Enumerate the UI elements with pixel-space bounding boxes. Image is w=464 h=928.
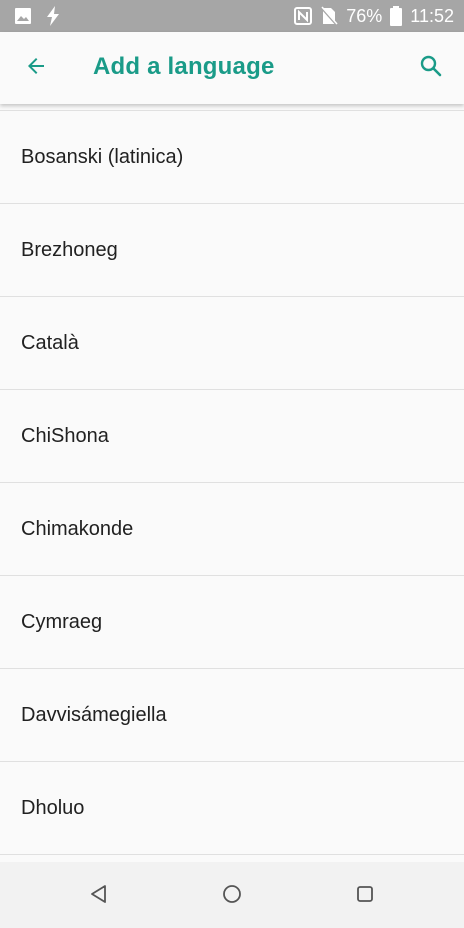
- language-label: Català: [21, 331, 79, 354]
- language-item[interactable]: Cymraeg: [0, 576, 464, 669]
- battery-icon: [390, 6, 403, 26]
- language-item[interactable]: Català: [0, 297, 464, 390]
- back-triangle-icon: [89, 884, 109, 909]
- status-left: [14, 6, 294, 26]
- language-item[interactable]: Bosanski (latinica): [0, 111, 464, 204]
- back-button[interactable]: [18, 50, 54, 86]
- search-button[interactable]: [413, 50, 449, 86]
- language-label: Brezhoneg: [21, 238, 118, 261]
- language-list: Bosanski (latinica) Brezhoneg Català Chi…: [0, 110, 464, 855]
- system-nav-bar: [0, 862, 464, 928]
- status-right: 76% 11:52: [294, 6, 454, 27]
- language-label: ChiShona: [21, 424, 109, 447]
- language-label: Dholuo: [21, 796, 85, 819]
- battery-percent: 76%: [346, 5, 383, 26]
- language-label: Bosanski (latinica): [21, 145, 184, 168]
- language-item[interactable]: Davvisámegiella: [0, 669, 464, 762]
- status-bar: 76% 11:52: [0, 0, 464, 32]
- language-item[interactable]: Brezhoneg: [0, 204, 464, 297]
- language-item[interactable]: Dholuo: [0, 762, 464, 855]
- language-label: Cymraeg: [21, 610, 103, 633]
- clock: 11:52: [410, 5, 454, 26]
- arrow-back-icon: [24, 54, 48, 83]
- nav-back-button[interactable]: [87, 884, 111, 908]
- app-toolbar: Add a language: [0, 32, 464, 104]
- nav-home-button[interactable]: [220, 884, 244, 908]
- language-item[interactable]: Chimakonde: [0, 483, 464, 576]
- page-title: Add a language: [93, 53, 275, 80]
- search-icon: [419, 54, 443, 83]
- language-label: Davvisámegiella: [21, 703, 167, 726]
- recents-square-icon: [355, 884, 375, 909]
- flash-icon: [46, 6, 60, 26]
- no-sim-icon: [320, 6, 339, 26]
- nav-recents-button[interactable]: [353, 884, 377, 908]
- image-icon: [14, 7, 32, 25]
- nfc-icon: [294, 7, 313, 25]
- language-label: Chimakonde: [21, 517, 134, 540]
- home-circle-icon: [222, 884, 242, 909]
- language-item[interactable]: ChiShona: [0, 390, 464, 483]
